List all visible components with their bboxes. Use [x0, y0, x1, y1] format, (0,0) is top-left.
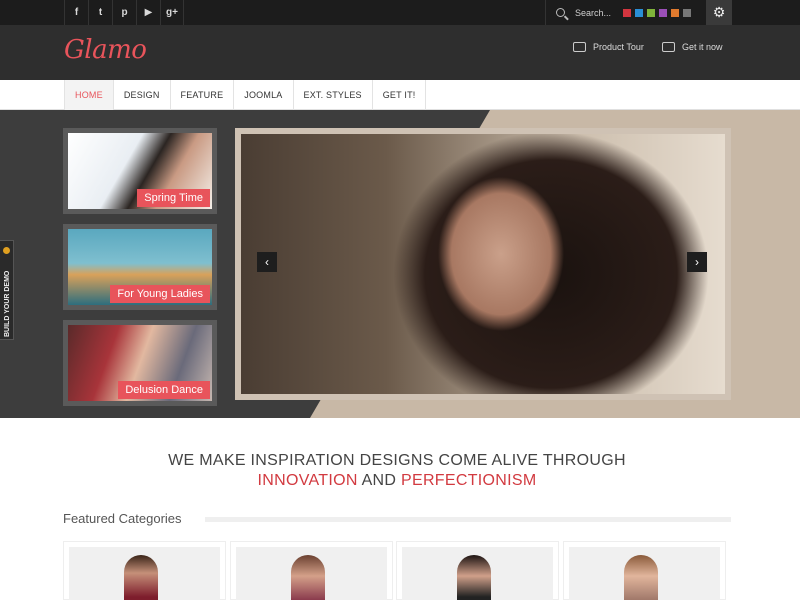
chevron-left-icon[interactable]: ‹ [257, 252, 277, 272]
nav-item-home[interactable]: HOME [64, 80, 114, 110]
divider [205, 517, 731, 522]
model-figure [124, 555, 158, 600]
slide-thumbnail[interactable]: Delusion Dance [63, 320, 217, 406]
tagline-perfectionism: PERFECTIONISM [401, 472, 537, 489]
model-figure [291, 555, 325, 600]
color-swatch-purple[interactable] [659, 8, 668, 17]
gear-icon[interactable]: ⚙ [706, 0, 732, 25]
model-figure [457, 555, 491, 600]
thumbnail-caption: Delusion Dance [118, 381, 210, 399]
tagline-connector: AND [357, 472, 401, 489]
facebook-icon[interactable]: f [64, 0, 88, 25]
google-plus-icon[interactable]: g+ [160, 0, 184, 25]
category-card[interactable] [396, 541, 559, 600]
category-card[interactable] [230, 541, 393, 600]
category-image [402, 547, 553, 600]
tagline-line-1: WE MAKE INSPIRATION DESIGNS COME ALIVE T… [168, 452, 626, 469]
thumbnail-caption: For Young Ladies [110, 285, 210, 303]
build-your-demo-tab[interactable]: BUILD YOUR DEMO [0, 240, 14, 340]
tagline-innovation: INNOVATION [257, 472, 358, 489]
search-icon[interactable] [556, 8, 565, 17]
get-it-now-link[interactable]: Get it now [662, 42, 723, 52]
nav-item-design[interactable]: DESIGN [114, 80, 171, 110]
category-card[interactable] [63, 541, 226, 600]
twitter-icon[interactable]: t [88, 0, 112, 25]
build-your-demo-label: BUILD YOUR DEMO [4, 270, 11, 337]
basket-icon [662, 42, 675, 52]
color-swatch-gray[interactable] [683, 8, 692, 17]
model-figure [624, 555, 658, 600]
featured-categories-title: Featured Categories [63, 511, 182, 526]
color-swatch-green[interactable] [647, 8, 656, 17]
product-tour-link[interactable]: Product Tour [573, 42, 644, 52]
category-image [569, 547, 720, 600]
top-bar: f t p ▶ g+ Search... ⚙ [0, 0, 800, 25]
slide-image [241, 134, 725, 394]
slide-thumbnail[interactable]: For Young Ladies [63, 224, 217, 310]
color-swatches [623, 8, 692, 17]
get-it-now-label: Get it now [682, 42, 723, 52]
color-swatch-blue[interactable] [635, 8, 644, 17]
youtube-icon[interactable]: ▶ [136, 0, 160, 25]
tagline-line-2: INNOVATION AND PERFECTIONISM [0, 472, 794, 490]
search-input[interactable]: Search... [575, 8, 611, 18]
nav-item-feature[interactable]: FEATURE [171, 80, 235, 110]
main-slider: ‹ › [235, 128, 731, 400]
chevron-right-icon[interactable]: › [687, 252, 707, 272]
color-swatch-orange[interactable] [671, 8, 680, 17]
site-header: Glamo Product Tour Get it now [0, 25, 800, 80]
category-image [236, 547, 387, 600]
nav-item-ext-styles[interactable]: EXT. STYLES [294, 80, 373, 110]
search-box[interactable]: Search... [545, 0, 710, 25]
color-swatch-red[interactable] [623, 8, 632, 17]
thumbnail-caption: Spring Time [137, 189, 210, 207]
product-tour-label: Product Tour [593, 42, 644, 52]
main-nav: HOME DESIGN FEATURE JOOMLA EXT. STYLES G… [0, 80, 800, 110]
pinterest-icon[interactable]: p [112, 0, 136, 25]
social-links: f t p ▶ g+ [64, 0, 184, 25]
category-card[interactable] [563, 541, 726, 600]
category-image [69, 547, 220, 600]
slide-thumbnail[interactable]: Spring Time [63, 128, 217, 214]
monitor-icon [573, 42, 586, 52]
nav-item-get-it[interactable]: GET IT! [373, 80, 427, 110]
nav-item-joomla[interactable]: JOOMLA [234, 80, 294, 110]
logo[interactable]: Glamo [64, 35, 147, 65]
